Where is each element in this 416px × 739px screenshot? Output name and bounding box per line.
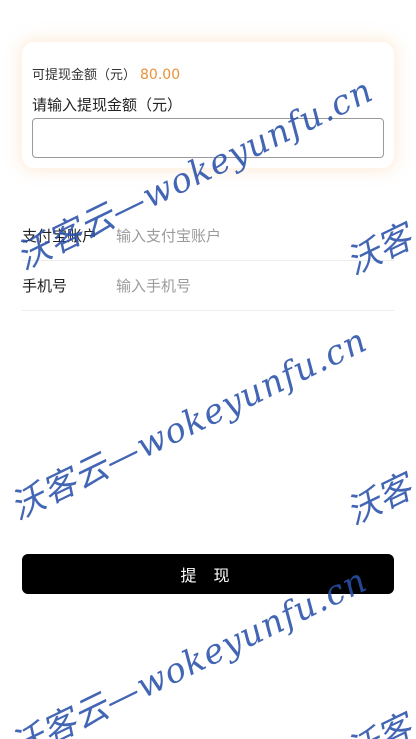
alipay-account-input[interactable] (116, 220, 394, 251)
phone-input[interactable] (116, 270, 394, 301)
phone-label: 手机号 (22, 277, 68, 295)
withdraw-submit-button[interactable]: 提 现 (22, 554, 394, 594)
balance-card: 可提现金额（元） 80.00 请输入提现金额（元） (22, 42, 394, 168)
watermark-edge-text: 沃客 (337, 700, 416, 739)
alipay-account-row: 支付宝账户 (22, 211, 394, 261)
withdraw-amount-label: 请输入提现金额（元） (32, 96, 183, 114)
withdraw-page: 可提现金额（元） 80.00 请输入提现金额（元） 支付宝账户 手机号 提 现 … (0, 0, 416, 739)
available-balance: 可提现金额（元） 80.00 (32, 64, 180, 83)
alipay-account-label: 支付宝账户 (22, 227, 98, 245)
withdraw-amount-input[interactable] (32, 118, 384, 158)
available-label: 可提现金额（元） (32, 68, 137, 83)
phone-row: 手机号 (22, 261, 394, 311)
watermark-edge-text: 沃客 (340, 467, 416, 534)
available-amount: 80.00 (140, 67, 181, 83)
watermark-text: 沃客云—wokeyunfu.cn (4, 320, 374, 529)
